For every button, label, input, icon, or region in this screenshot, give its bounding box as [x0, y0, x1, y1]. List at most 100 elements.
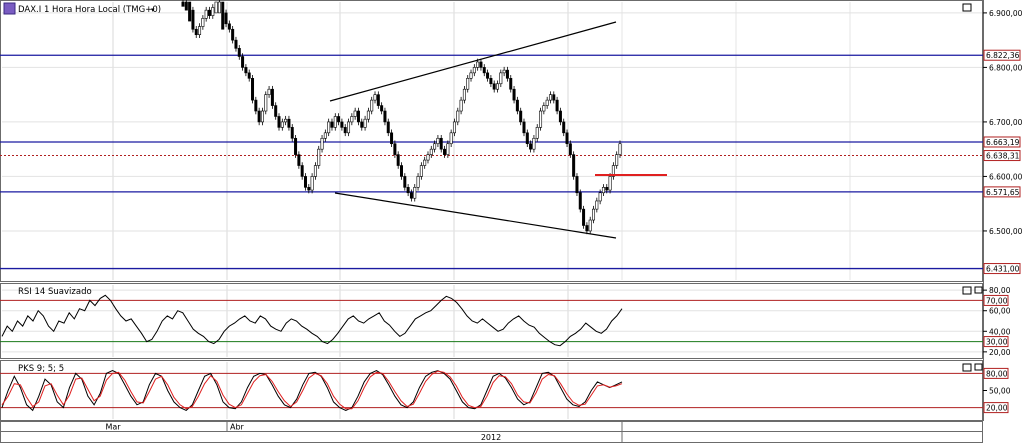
- candle-body: [347, 121, 351, 134]
- candle-body: [393, 143, 397, 155]
- candle-body: [277, 116, 281, 128]
- candle-body: [595, 200, 599, 210]
- candle-body: [231, 28, 235, 41]
- rsi-panel: [0, 283, 983, 359]
- candle-body: [605, 187, 609, 191]
- candle-body: [313, 165, 317, 177]
- candle-body: [396, 154, 400, 166]
- chart-window-icon: [3, 2, 16, 15]
- candle-body: [251, 78, 255, 101]
- candle-body: [446, 143, 450, 155]
- candle-body: [499, 72, 503, 85]
- candle-body: [436, 137, 440, 145]
- candle-body: [423, 159, 427, 166]
- price-level-label: 6.638,31: [986, 152, 1020, 161]
- candle-body: [330, 121, 334, 128]
- candle-body: [247, 72, 251, 79]
- candle-body: [615, 154, 619, 166]
- candle-body: [194, 28, 198, 36]
- candle-body: [545, 99, 549, 106]
- month-label-mar: Mar: [105, 423, 121, 432]
- candle-body: [512, 88, 516, 101]
- candle-body: [267, 88, 271, 95]
- candle-body: [274, 105, 278, 117]
- candle-body: [452, 121, 456, 134]
- chevron-down-icon[interactable]: ▾: [151, 6, 155, 14]
- candle-body: [449, 132, 453, 145]
- pks-tick-label: 50,00: [989, 387, 1011, 396]
- candle-body: [522, 121, 526, 134]
- candle-body: [224, 12, 228, 25]
- candle-body: [284, 118, 288, 123]
- time-axis: [0, 421, 983, 432]
- candle-body: [535, 127, 539, 139]
- candle-body: [244, 67, 248, 74]
- candle-body: [181, 1, 185, 7]
- rsi-level-label: 30,00: [986, 338, 1008, 347]
- pks-title[interactable]: PKS 9; 5; 5: [18, 364, 64, 374]
- candle-body: [260, 110, 264, 123]
- candle-body: [300, 165, 304, 177]
- candle-body: [310, 176, 314, 191]
- year-label: 2012: [481, 433, 501, 442]
- price-level-label: 6.663,19: [986, 138, 1020, 147]
- candle-body: [350, 116, 354, 123]
- candle-body: [254, 99, 258, 112]
- candle-body: [555, 99, 559, 112]
- candle-body: [290, 127, 294, 139]
- price-tick-label: 6.600,00: [989, 172, 1023, 181]
- price-level-label: 6.431,00: [986, 265, 1020, 274]
- candle-body: [204, 9, 208, 19]
- candle-body: [529, 143, 533, 150]
- candle-body: [515, 99, 519, 112]
- candle-body: [433, 143, 437, 150]
- pks-level-label: 20,00: [986, 404, 1008, 413]
- candle-body: [459, 99, 463, 112]
- candle-body: [479, 61, 483, 68]
- candle-body: [376, 94, 380, 106]
- candle-body: [356, 110, 360, 123]
- candle-body: [201, 18, 205, 27]
- candle-body: [370, 99, 374, 112]
- candle-body: [399, 165, 403, 177]
- candle-body: [270, 88, 274, 106]
- candle-body: [519, 110, 523, 123]
- chart-application: 6.900,00 6.800,00 6.700,00 6.600,00 6.500,00…: [0, 0, 1024, 443]
- candle-body: [462, 88, 466, 101]
- candle-body: [416, 176, 420, 188]
- rsi-tick-label: 40,00: [989, 327, 1011, 336]
- candle-body: [386, 121, 390, 134]
- rsi-level-label: 70,00: [986, 296, 1008, 305]
- candle-body: [598, 192, 602, 202]
- candle-body: [565, 132, 569, 145]
- candle-body: [575, 176, 579, 194]
- rsi-title[interactable]: RSI 14 Suavizado: [18, 287, 92, 297]
- candle-body: [539, 110, 543, 128]
- candle-body: [552, 94, 556, 101]
- candle-body: [562, 121, 566, 134]
- pks-level-label: 80,00: [986, 369, 1008, 378]
- candle-body: [320, 137, 324, 150]
- candle-body: [496, 83, 500, 90]
- candle-body: [469, 72, 473, 79]
- candle-body: [419, 165, 423, 177]
- candle-body: [280, 121, 284, 128]
- candle-body: [413, 187, 417, 199]
- candle-body: [188, 1, 192, 22]
- candle-body: [343, 127, 347, 134]
- rsi-tick-label: 80,00: [989, 286, 1011, 295]
- candle-body: [456, 110, 460, 123]
- candle-body: [542, 105, 546, 112]
- candle-body: [303, 176, 307, 188]
- candle-body: [198, 26, 202, 36]
- main-title[interactable]: DAX.I 1 Hora Hora Local (TMG+0) ▾: [3, 2, 161, 15]
- price-tick-label: 6.900,00: [989, 9, 1023, 18]
- candle-body: [466, 78, 470, 90]
- candle-body: [383, 110, 387, 123]
- month-label-abr: Abr: [230, 423, 245, 432]
- candle-body: [264, 94, 268, 112]
- candle-body: [568, 143, 572, 155]
- candle-body: [366, 110, 370, 120]
- candle-body: [323, 132, 327, 139]
- pks-panel: [0, 360, 983, 421]
